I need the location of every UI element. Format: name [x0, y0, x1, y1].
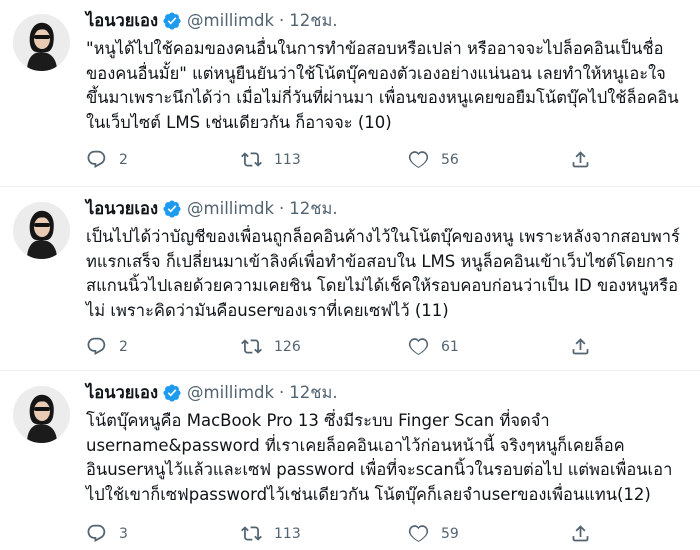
like-count: 61 — [441, 338, 459, 355]
timestamp[interactable]: 12ชม. — [289, 382, 337, 404]
like-icon — [408, 525, 429, 543]
avatar-image — [13, 202, 70, 259]
separator: · — [279, 383, 285, 402]
like-count: 56 — [441, 151, 459, 168]
tweet-header: ไอนวยเอง @millimdk · 12ชม. — [86, 10, 338, 32]
tweet-header: ไอนวยเอง @millimdk · 12ชม. — [86, 198, 338, 220]
like-icon — [408, 338, 429, 356]
avatar[interactable] — [13, 14, 70, 71]
retweet-count: 113 — [274, 151, 301, 168]
retweet-button[interactable]: 113 — [241, 523, 301, 544]
tweet[interactable]: ไอนวยเอง @millimdk · 12ชม. เป็นไปได้ว่าบ… — [0, 188, 700, 371]
reply-count: 2 — [119, 338, 128, 355]
verified-badge-icon — [162, 199, 182, 219]
retweet-icon — [241, 339, 262, 354]
author-handle[interactable]: @millimdk — [187, 10, 274, 32]
share-button[interactable] — [570, 149, 591, 170]
author-name[interactable]: ไอนวยเอง — [86, 198, 158, 220]
avatar[interactable] — [13, 202, 70, 259]
verified-badge-icon — [162, 11, 182, 31]
reply-button[interactable]: 2 — [86, 336, 128, 357]
retweet-button[interactable]: 126 — [241, 336, 301, 357]
like-button[interactable]: 59 — [408, 523, 459, 544]
tweet-text: เป็นไปได้ว่าบัญชีของเพื่อนถูกล็อคอินค้าง… — [86, 227, 680, 320]
reply-icon — [87, 524, 106, 542]
like-button[interactable]: 56 — [408, 149, 459, 170]
author-name[interactable]: ไอนวยเอง — [86, 10, 158, 32]
retweet-icon — [241, 152, 262, 167]
timestamp[interactable]: 12ชม. — [289, 198, 337, 220]
reply-count: 2 — [119, 151, 128, 168]
tweet-actions: 2 126 61 — [86, 336, 606, 360]
separator: · — [279, 11, 285, 30]
author-handle[interactable]: @millimdk — [187, 382, 274, 404]
reply-count: 3 — [119, 525, 128, 542]
like-button[interactable]: 61 — [408, 336, 459, 357]
avatar-image — [13, 14, 70, 71]
author-handle[interactable]: @millimdk — [187, 198, 274, 220]
avatar-image — [13, 386, 70, 443]
share-icon — [572, 525, 589, 542]
separator: · — [279, 199, 285, 218]
like-count: 59 — [441, 525, 459, 542]
avatar[interactable] — [13, 386, 70, 443]
retweet-count: 126 — [274, 338, 301, 355]
tweet-text: โน้ตบุ๊คหนูคือ MacBook Pro 13 ซึ่งมีระบบ… — [86, 411, 673, 504]
timestamp[interactable]: 12ชม. — [289, 10, 337, 32]
retweet-button[interactable]: 113 — [241, 149, 301, 170]
retweet-icon — [241, 526, 262, 541]
verified-badge-icon — [162, 383, 182, 403]
tweet[interactable]: ไอนวยเอง @millimdk · 12ชม. "หนูได้ไปใช้ค… — [0, 0, 700, 187]
reply-icon — [87, 337, 106, 355]
tweet[interactable]: ไอนวยเอง @millimdk · 12ชม. โน้ตบุ๊คหนูคื… — [0, 372, 700, 550]
tweet-actions: 3 113 59 — [86, 523, 606, 547]
tweet-actions: 2 113 56 — [86, 149, 606, 173]
share-button[interactable] — [570, 523, 591, 544]
retweet-count: 113 — [274, 525, 301, 542]
reply-button[interactable]: 2 — [86, 149, 128, 170]
share-icon — [572, 151, 589, 168]
share-icon — [572, 338, 589, 355]
like-icon — [408, 151, 429, 169]
tweet-header: ไอนวยเอง @millimdk · 12ชม. — [86, 382, 338, 404]
tweet-text: "หนูได้ไปใช้คอมของคนอื่นในการทำข้อสอบหรื… — [86, 39, 679, 132]
reply-button[interactable]: 3 — [86, 523, 128, 544]
reply-icon — [87, 150, 106, 168]
author-name[interactable]: ไอนวยเอง — [86, 382, 158, 404]
share-button[interactable] — [570, 336, 591, 357]
